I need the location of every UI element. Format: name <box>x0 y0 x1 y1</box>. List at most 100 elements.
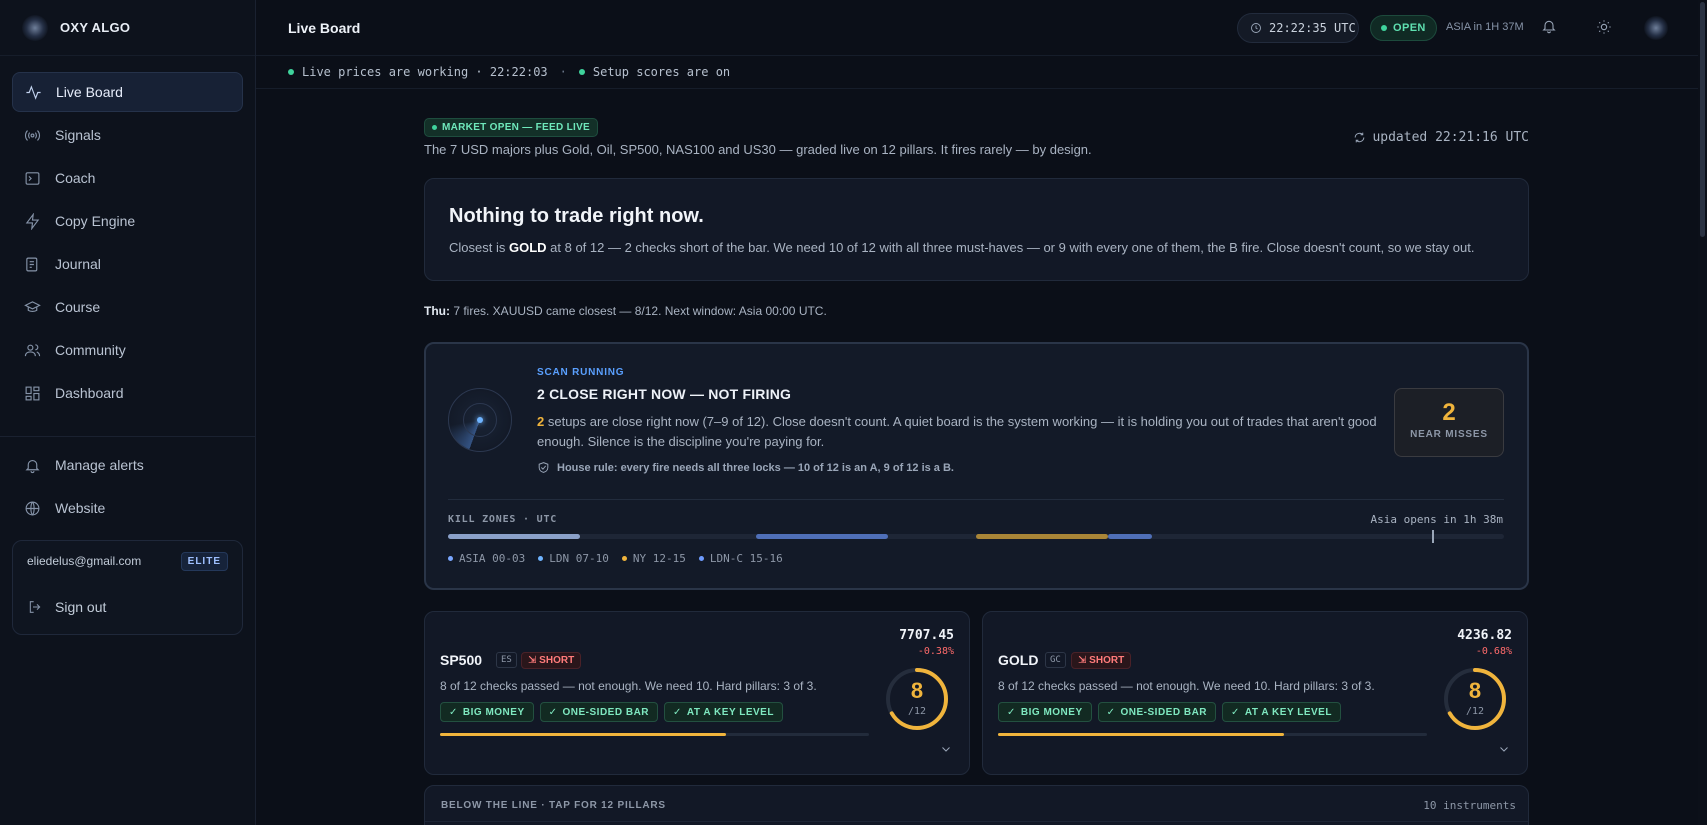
radar-core <box>477 417 483 423</box>
pillar-tag: ✓ AT A KEY LEVEL <box>664 702 783 722</box>
instrument-code: GC <box>1045 652 1066 668</box>
pillar-tag: ✓ BIG MONEY <box>440 702 534 722</box>
pillar-tag-label: ONE-SIDED BAR <box>1120 706 1208 718</box>
sign-out-label: Sign out <box>55 599 107 615</box>
user-card: eliedelus@gmail.com ELITE Sign out <box>12 540 243 635</box>
scan-status-card: SCAN RUNNING 2 CLOSE RIGHT NOW — NOT FIR… <box>424 342 1529 590</box>
score-progress-fill <box>440 733 726 736</box>
sidebar-item-label: Manage alerts <box>55 457 144 473</box>
score-gauge: 8 /12 <box>884 666 950 732</box>
sidebar-item-journal[interactable]: Journal <box>12 244 243 284</box>
near-misses-box: 2 NEAR MISSES <box>1394 388 1504 457</box>
session-countdown: ASIA in 1H 37M <box>1446 21 1524 33</box>
expand-button[interactable] <box>940 743 952 755</box>
sidebar-item-coach[interactable]: Coach <box>12 158 243 198</box>
page-title: Live Board <box>288 20 361 36</box>
sun-icon <box>1597 20 1611 34</box>
sidebar-item-community[interactable]: Community <box>12 330 243 370</box>
sidebar-item-dashboard[interactable]: Dashboard <box>12 373 243 413</box>
brand[interactable]: OXY ALGO <box>0 0 255 56</box>
score-gauge: 8 /12 <box>1442 666 1508 732</box>
house-rule-text: House rule: every fire needs all three l… <box>557 461 954 474</box>
sidebar-item-course[interactable]: Course <box>12 287 243 327</box>
journal-icon <box>26 257 38 271</box>
sidebar-item-signals[interactable]: Signals <box>12 115 243 155</box>
grid-icon <box>25 386 40 400</box>
instrument-count: 10 instruments <box>1423 799 1516 812</box>
near-misses-label: NEAR MISSES <box>1410 429 1488 440</box>
instrument-change: -0.38% <box>917 646 954 657</box>
terminal-icon <box>25 171 40 185</box>
sidebar-item-label: Signals <box>55 127 101 143</box>
nothing-to-trade-card: Nothing to trade right now. Closest is G… <box>424 178 1529 281</box>
legend-ldn: LDN 07-10 <box>538 552 609 565</box>
check-icon: ✓ <box>673 706 682 718</box>
brand-logo <box>22 14 48 41</box>
score-progress-fill <box>998 733 1284 736</box>
users-icon <box>24 343 41 356</box>
current-time-marker <box>1432 530 1435 543</box>
brand-name: OXY ALGO <box>60 20 131 35</box>
user-email: eliedelus@gmail.com <box>27 554 142 568</box>
tier-badge: ELITE <box>180 552 228 571</box>
nothing-title: Nothing to trade right now. <box>449 205 704 227</box>
score-value: 8 <box>910 678 924 703</box>
below-the-line-panel[interactable]: BELOW THE LINE · TAP FOR 12 PILLARS 10 i… <box>424 785 1529 825</box>
sidebar-item-label: Copy Engine <box>55 213 136 229</box>
theme-toggle[interactable] <box>1596 19 1614 37</box>
scan-kicker: SCAN RUNNING <box>537 367 625 378</box>
score-progress-bar <box>440 733 869 736</box>
divider <box>448 499 1504 500</box>
direction-badge: ⇲ SHORT <box>1071 652 1132 669</box>
market-feed-text: MARKET OPEN — FEED LIVE <box>442 122 591 133</box>
scrollbar[interactable] <box>1698 0 1707 825</box>
nothing-post: at 8 of 12 — 2 checks short of the bar. … <box>546 240 1475 255</box>
legend-dot <box>621 556 627 561</box>
check-icon: ✓ <box>449 706 458 718</box>
scan-title: 2 CLOSE RIGHT NOW — NOT FIRING <box>537 386 792 402</box>
kill-zone-ldn-c <box>1108 534 1152 539</box>
divider <box>425 821 1528 822</box>
notifications-button[interactable] <box>1541 18 1559 36</box>
sidebar-item-live-board[interactable]: Live Board <box>12 72 243 112</box>
kill-zone-ldn <box>756 534 888 539</box>
avatar[interactable] <box>1644 16 1668 40</box>
nothing-text: Closest is GOLD at 8 of 12 — 2 checks sh… <box>449 240 1474 255</box>
instrument-card-gold[interactable]: GOLD GC ⇲ SHORT 4236.82 -0.68% 8 of 12 c… <box>982 611 1528 775</box>
sign-out-icon <box>29 601 41 613</box>
check-icon: ✓ <box>1007 706 1016 718</box>
setup-scores-status: Setup scores are on <box>592 65 731 79</box>
live-prices-status: Live prices are working · 22:22:03 <box>302 65 548 79</box>
pillar-tag-label: BIG MONEY <box>1020 706 1083 718</box>
main-nav: Live Board Signals Coach Copy Engine Jou… <box>0 56 255 432</box>
sidebar-item-copy-engine[interactable]: Copy Engine <box>12 201 243 241</box>
legend-ldn-c: LDN-C 15-16 <box>698 552 783 565</box>
secondary-nav: Manage alerts Website <box>12 445 244 531</box>
sidebar-item-website[interactable]: Website <box>12 488 244 528</box>
sign-out-button[interactable]: Sign out <box>13 589 242 625</box>
instrument-card-sp500[interactable]: SP500 ES ⇲ SHORT 7707.45 -0.38% 8 of 12 … <box>424 611 970 775</box>
sidebar-item-label: Live Board <box>56 84 123 100</box>
score-max: /12 <box>1465 706 1485 717</box>
pillar-tag-label: BIG MONEY <box>462 706 525 718</box>
refresh-icon <box>1355 132 1365 143</box>
near-misses-count: 2 <box>1442 399 1456 426</box>
direction-text: SHORT <box>1089 655 1125 666</box>
house-rule: House rule: every fire needs all three l… <box>537 461 954 474</box>
legend-ny-name: NY <box>632 552 647 565</box>
separator: · <box>559 65 567 79</box>
nothing-pre: Closest is <box>449 240 509 255</box>
legend-ny: NY 12-15 <box>621 552 686 565</box>
expand-button[interactable] <box>1498 743 1510 755</box>
activity-icon <box>26 84 41 100</box>
kill-zone-ny <box>976 534 1108 539</box>
status-dot <box>432 125 437 130</box>
pillar-tag-label: AT A KEY LEVEL <box>1244 706 1332 718</box>
clock-icon <box>1251 23 1261 33</box>
asia-opens-countdown: Asia opens in 1h 38m <box>1370 513 1503 526</box>
check-icon: ✓ <box>548 706 558 718</box>
sidebar-item-manage-alerts[interactable]: Manage alerts <box>12 445 244 485</box>
sidebar-divider <box>0 436 255 437</box>
scrollbar-thumb[interactable] <box>1700 2 1705 237</box>
legend-ldn-c-hours: 15-16 <box>749 552 783 565</box>
